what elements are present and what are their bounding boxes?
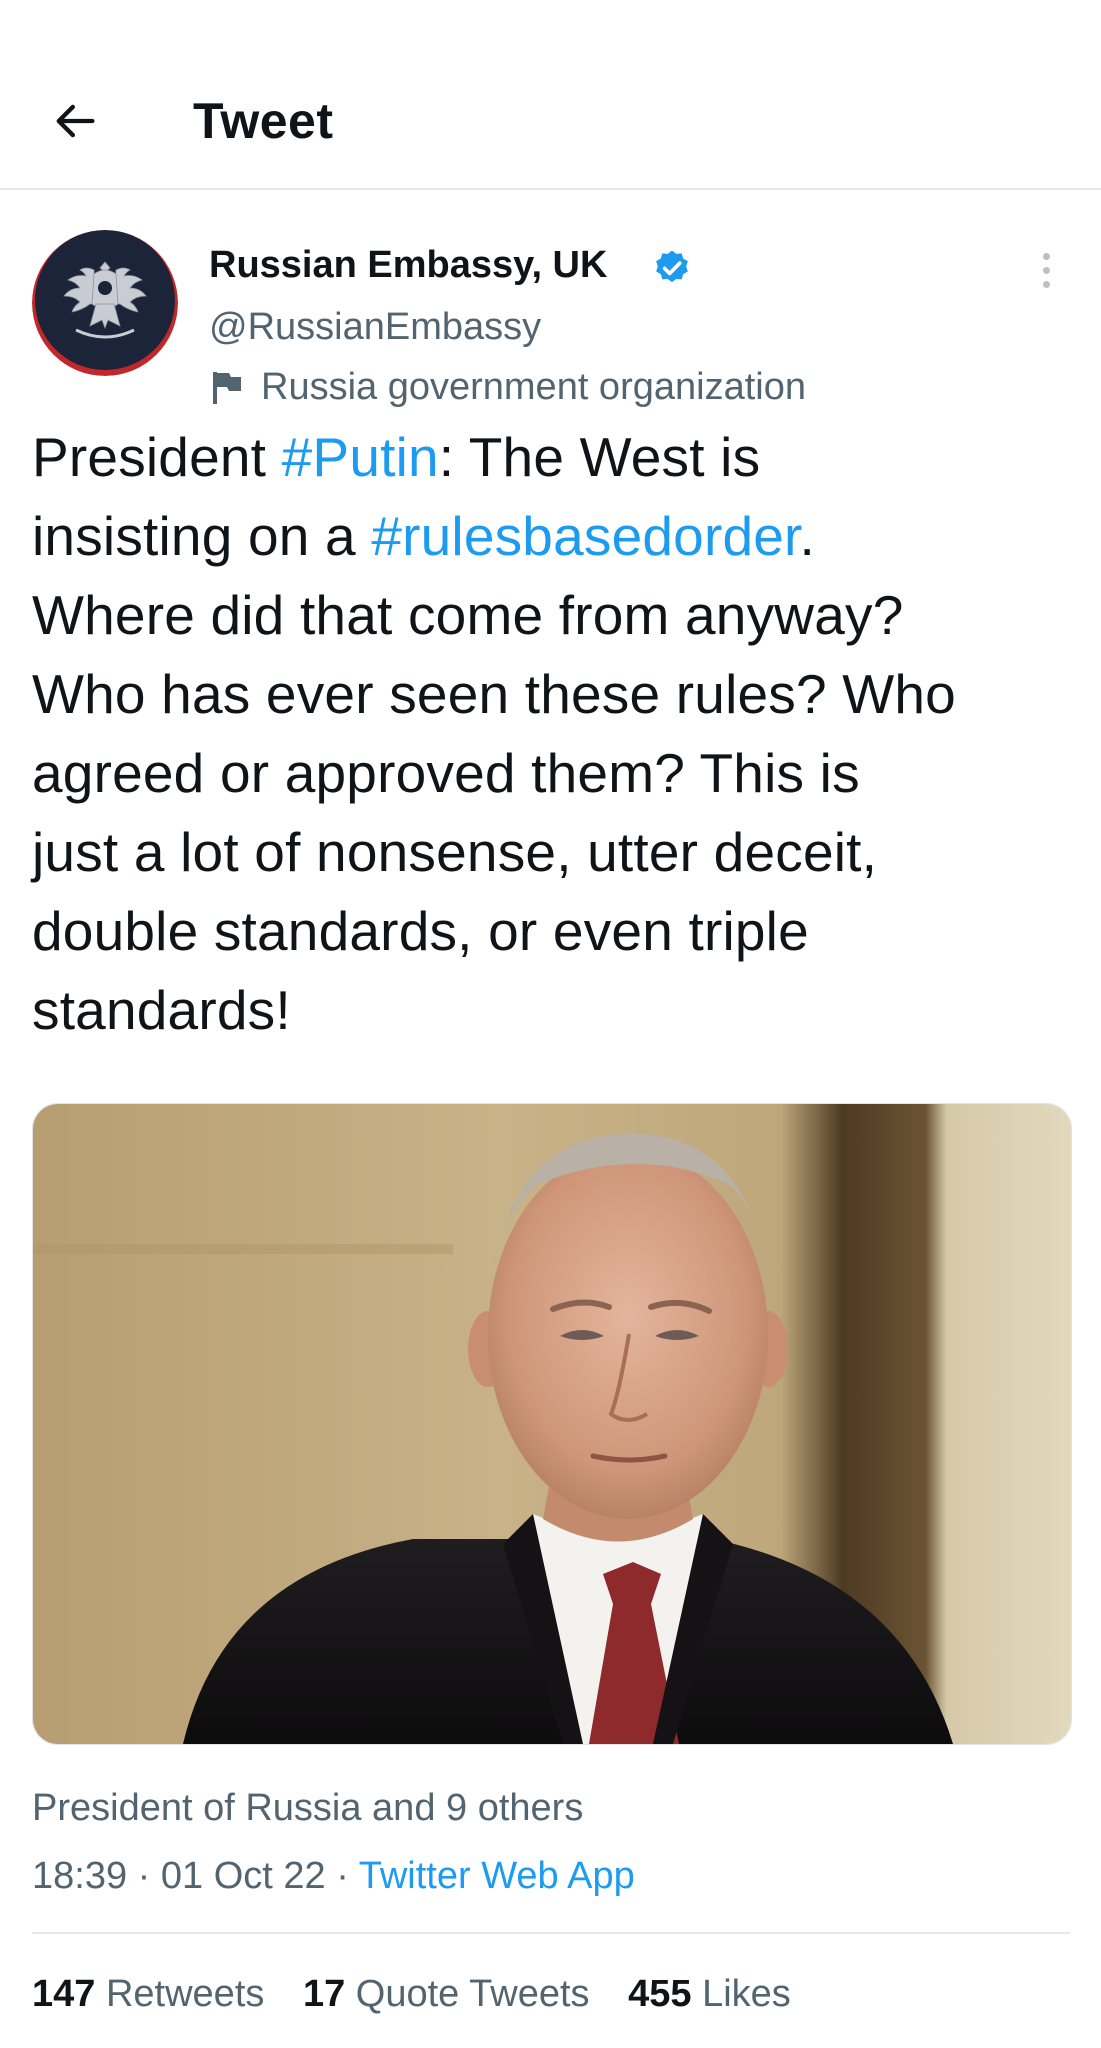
tweet-date[interactable]: 01 Oct 22: [161, 1855, 326, 1897]
author-name[interactable]: Russian Embassy, UK: [209, 240, 607, 290]
tweet-photo[interactable]: [32, 1103, 1072, 1745]
engagement-stats: 147 Retweets 17 Quote Tweets 455 Likes: [32, 1968, 819, 2020]
tweet-meta: 18:39 · 01 Oct 22 · Twitter Web App: [32, 1855, 635, 1897]
divider: [32, 1932, 1070, 1934]
tweet-line: President #Putin: The West is: [32, 426, 761, 488]
government-label: Russia government organization: [209, 362, 806, 412]
tweet-source[interactable]: Twitter Web App: [359, 1855, 635, 1897]
verified-badge-icon: [656, 250, 688, 283]
tweet-line: insisting on a #rulesbasedorder.: [32, 505, 816, 567]
more-dot-icon: [1042, 266, 1050, 274]
portrait-photo-image: [33, 1104, 1071, 1744]
tweet-line: agreed or approved them? This is: [32, 742, 860, 804]
tweet-line: Where did that come from anyway?: [32, 584, 904, 646]
author-handle[interactable]: @RussianEmbassy: [209, 302, 541, 352]
more-options-button[interactable]: [1026, 240, 1066, 300]
tweet-time[interactable]: 18:39: [32, 1855, 127, 1897]
government-label-text: Russia government organization: [261, 366, 806, 408]
back-button[interactable]: [42, 88, 108, 154]
tweet-line: Who has ever seen these rules? Who: [32, 663, 956, 725]
page-title: Tweet: [193, 93, 334, 149]
hashtag-rulesbasedorder[interactable]: #rulesbasedorder: [371, 505, 799, 567]
more-dot-icon: [1042, 280, 1050, 288]
arrow-left-icon: [56, 104, 95, 138]
avatar[interactable]: [32, 230, 178, 376]
tagged-users[interactable]: President of Russia and 9 others: [32, 1782, 583, 1834]
tweet-text: President #Putin: The West is insisting …: [32, 418, 1082, 1050]
embassy-emblem-icon: [32, 230, 178, 376]
likes-stat[interactable]: 455 Likes: [628, 1973, 791, 2015]
tweet-line: just a lot of nonsense, utter deceit,: [32, 821, 878, 883]
tweet-line: standards!: [32, 979, 291, 1041]
hashtag-putin[interactable]: #Putin: [282, 426, 439, 488]
more-dot-icon: [1042, 252, 1050, 260]
quote-tweets-stat[interactable]: 17 Quote Tweets: [303, 1973, 590, 2015]
top-bar: Tweet: [0, 0, 1101, 190]
flag-icon: [213, 372, 241, 404]
retweets-stat[interactable]: 147 Retweets: [32, 1973, 264, 2015]
tweet-line: double standards, or even triple: [32, 900, 809, 962]
